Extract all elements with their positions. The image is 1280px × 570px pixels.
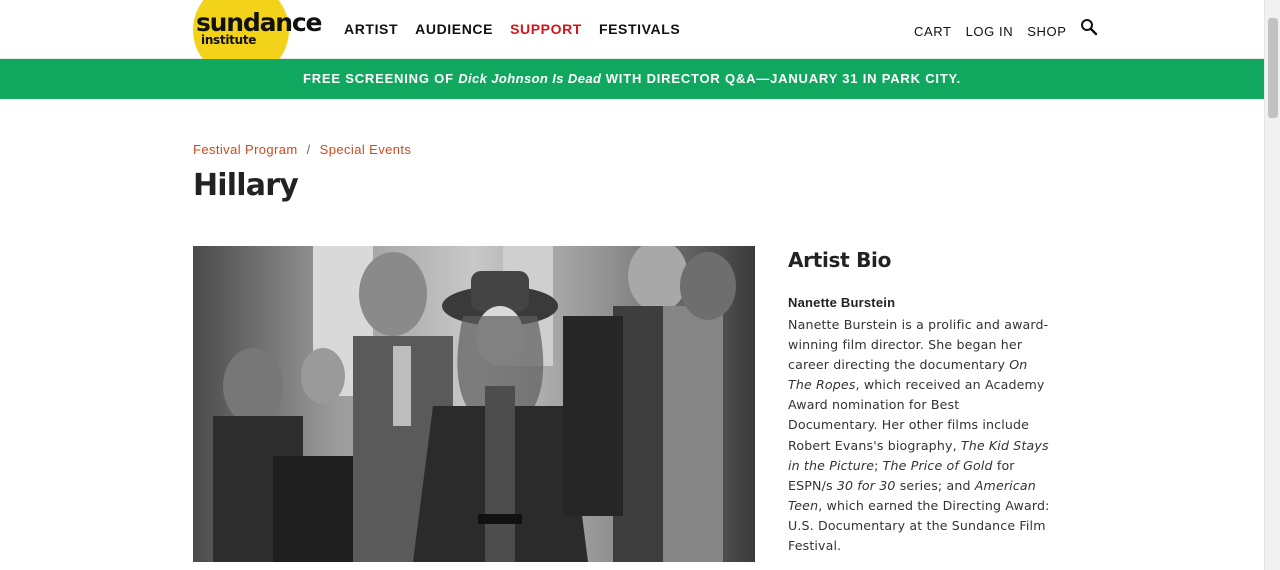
- logo-wordmark[interactable]: sundance: [196, 10, 322, 35]
- bio-film-title: 30 for 30: [836, 477, 896, 493]
- nav-audience[interactable]: AUDIENCE: [415, 19, 493, 39]
- nav-shop[interactable]: SHOP: [1027, 22, 1066, 42]
- utility-nav: CART LOG IN SHOP: [914, 19, 1098, 43]
- banner-prefix: FREE SCREENING OF: [302, 71, 459, 86]
- page-title: Hillary: [193, 168, 299, 203]
- scrollbar-thumb[interactable]: [1268, 18, 1278, 118]
- bio-text-segment: , which earned the Directing Award: U.S.…: [788, 497, 1050, 554]
- artist-bio-text: Nanette Burstein is a prolific and award…: [788, 315, 1050, 556]
- breadcrumb-separator: /: [306, 142, 311, 157]
- page-scrollbar[interactable]: [1264, 0, 1280, 570]
- nav-log-in[interactable]: LOG IN: [966, 22, 1014, 42]
- primary-nav: ARTIST AUDIENCE SUPPORT FESTIVALS: [344, 19, 680, 39]
- site-header: sundance institute ARTIST AUDIENCE SUPPO…: [0, 0, 1264, 78]
- search-icon[interactable]: [1080, 19, 1098, 43]
- artist-bio-heading: Artist Bio: [788, 248, 892, 272]
- film-still-image: [193, 246, 755, 562]
- bio-text-segment: series; and: [895, 477, 975, 493]
- breadcrumb-festival-program[interactable]: Festival Program: [193, 142, 298, 157]
- promo-banner[interactable]: FREE SCREENING OF Dick Johnson Is Dead W…: [0, 59, 1264, 99]
- nav-support[interactable]: SUPPORT: [510, 19, 582, 39]
- bio-text-segment: ;: [874, 457, 883, 473]
- banner-suffix: WITH DIRECTOR Q&A—JANUARY 31 IN PARK CIT…: [601, 71, 962, 86]
- breadcrumb: Festival Program / Special Events: [193, 142, 411, 157]
- nav-artist[interactable]: ARTIST: [344, 19, 398, 39]
- logo-subtitle[interactable]: institute: [201, 34, 256, 46]
- artist-name: Nanette Burstein: [788, 295, 896, 310]
- bio-film-title: The Price of Gold: [882, 457, 993, 473]
- nav-festivals[interactable]: FESTIVALS: [599, 19, 680, 39]
- breadcrumb-special-events[interactable]: Special Events: [320, 142, 412, 157]
- banner-film-title: Dick Johnson Is Dead: [458, 71, 602, 86]
- nav-cart[interactable]: CART: [914, 22, 952, 42]
